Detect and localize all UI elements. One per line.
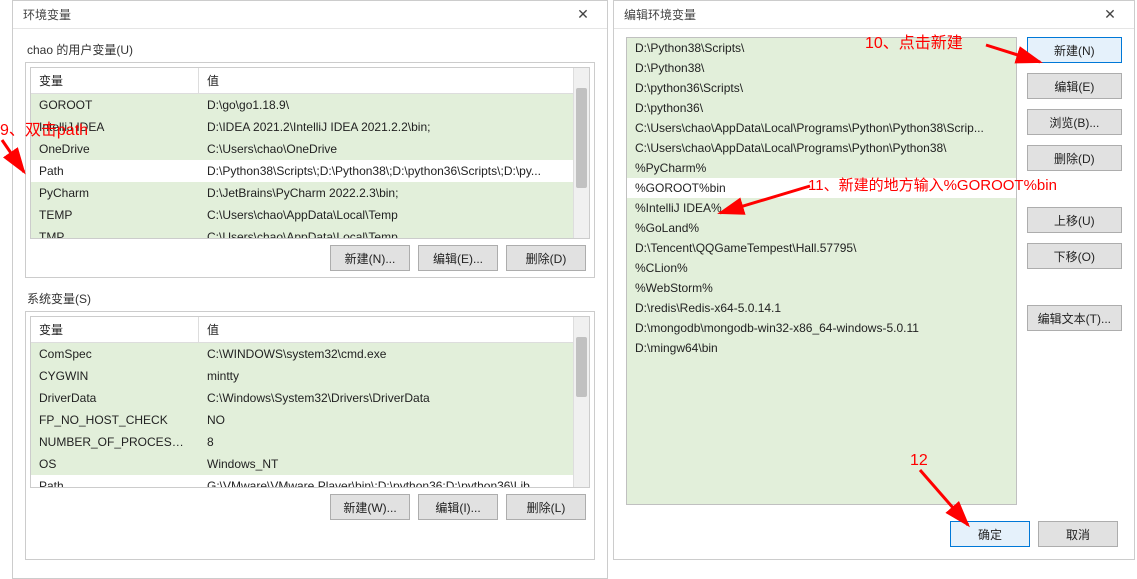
list-item[interactable]: D:\Python38\Scripts\ (627, 38, 1016, 58)
list-item[interactable]: D:\Tencent\QQGameTempest\Hall.57795\ (627, 238, 1016, 258)
delete-button[interactable]: 删除(D) (1027, 145, 1122, 171)
table-row[interactable]: OneDriveC:\Users\chao\OneDrive (31, 138, 589, 160)
cell-var: CYGWIN (31, 365, 199, 387)
dialog-title: 编辑环境变量 (624, 6, 1090, 23)
table-row[interactable]: OSWindows_NT (31, 453, 589, 475)
cell-var: Path (31, 475, 199, 488)
list-item[interactable]: D:\mongodb\mongodb-win32-x86_64-windows-… (627, 318, 1016, 338)
cell-val: G:\VMware\VMware Player\bin\;D:\python36… (199, 475, 589, 488)
table-row[interactable]: DriverDataC:\Windows\System32\Drivers\Dr… (31, 387, 589, 409)
cell-var: DriverData (31, 387, 199, 409)
close-icon[interactable]: ✕ (563, 6, 603, 23)
cancel-button[interactable]: 取消 (1038, 521, 1118, 547)
table-row[interactable]: PathG:\VMware\VMware Player\bin\;D:\pyth… (31, 475, 589, 488)
table-row[interactable]: TMPC:\Users\chao\AppData\Local\Temp (31, 226, 589, 239)
env-vars-dialog: 环境变量 ✕ chao 的用户变量(U) 变量 值 GOROOTD:\go\go… (12, 0, 608, 579)
list-item[interactable]: %GOROOT%bin (627, 178, 1016, 198)
list-item[interactable]: %WebStorm% (627, 278, 1016, 298)
cell-var: IntelliJ IDEA (31, 116, 199, 138)
cell-var: PyCharm (31, 182, 199, 204)
sys-vars-list[interactable]: 变量 值 ComSpecC:\WINDOWS\system32\cmd.exeC… (30, 316, 590, 488)
cell-val: C:\WINDOWS\system32\cmd.exe (199, 343, 589, 365)
cell-val: D:\IDEA 2021.2\IntelliJ IDEA 2021.2.2\bi… (199, 116, 589, 138)
browse-button[interactable]: 浏览(B)... (1027, 109, 1122, 135)
cell-val: C:\Users\chao\AppData\Local\Temp (199, 226, 589, 239)
edit-button[interactable]: 编辑(E) (1027, 73, 1122, 99)
cell-var: TEMP (31, 204, 199, 226)
edit-env-var-dialog: 编辑环境变量 ✕ D:\Python38\Scripts\D:\Python38… (613, 0, 1135, 560)
delete-button[interactable]: 删除(D) (506, 245, 586, 271)
cell-val: mintty (199, 365, 589, 387)
delete-button[interactable]: 删除(L) (506, 494, 586, 520)
cell-var: Path (31, 160, 199, 182)
cell-var: NUMBER_OF_PROCESSORS (31, 431, 199, 453)
edit-button[interactable]: 编辑(I)... (418, 494, 498, 520)
cell-val: D:\Python38\Scripts\;D:\Python38\;D:\pyt… (199, 160, 589, 182)
path-list[interactable]: D:\Python38\Scripts\D:\Python38\D:\pytho… (626, 37, 1017, 505)
cell-var: OneDrive (31, 138, 199, 160)
close-icon[interactable]: ✕ (1090, 6, 1130, 23)
new-button[interactable]: 新建(N) (1027, 37, 1122, 63)
list-item[interactable]: D:\python36\Scripts\ (627, 78, 1016, 98)
table-row[interactable]: FP_NO_HOST_CHECKNO (31, 409, 589, 431)
list-item[interactable]: C:\Users\chao\AppData\Local\Programs\Pyt… (627, 138, 1016, 158)
cell-val: D:\go\go1.18.9\ (199, 94, 589, 116)
user-vars-label: chao 的用户变量(U) (27, 41, 595, 58)
titlebar: 环境变量 ✕ (13, 1, 607, 29)
col-val[interactable]: 值 (199, 317, 589, 342)
list-item[interactable]: D:\Python38\ (627, 58, 1016, 78)
list-item[interactable]: C:\Users\chao\AppData\Local\Programs\Pyt… (627, 118, 1016, 138)
edit-button[interactable]: 编辑(E)... (418, 245, 498, 271)
table-row[interactable]: PathD:\Python38\Scripts\;D:\Python38\;D:… (31, 160, 589, 182)
list-header[interactable]: 变量 值 (31, 68, 589, 94)
scrollbar[interactable] (573, 68, 589, 238)
table-row[interactable]: CYGWINmintty (31, 365, 589, 387)
movedown-button[interactable]: 下移(O) (1027, 243, 1122, 269)
cell-val: Windows_NT (199, 453, 589, 475)
scrollbar[interactable] (573, 317, 589, 487)
dialog-title: 环境变量 (23, 6, 563, 23)
list-item[interactable]: D:\python36\ (627, 98, 1016, 118)
table-row[interactable]: IntelliJ IDEAD:\IDEA 2021.2\IntelliJ IDE… (31, 116, 589, 138)
col-val[interactable]: 值 (199, 68, 589, 93)
table-row[interactable]: GOROOTD:\go\go1.18.9\ (31, 94, 589, 116)
cell-var: GOROOT (31, 94, 199, 116)
table-row[interactable]: ComSpecC:\WINDOWS\system32\cmd.exe (31, 343, 589, 365)
list-header[interactable]: 变量 值 (31, 317, 589, 343)
list-item[interactable]: D:\redis\Redis-x64-5.0.14.1 (627, 298, 1016, 318)
cell-val: NO (199, 409, 589, 431)
cell-var: ComSpec (31, 343, 199, 365)
sys-vars-label: 系统变量(S) (27, 290, 595, 307)
moveup-button[interactable]: 上移(U) (1027, 207, 1122, 233)
user-vars-list[interactable]: 变量 值 GOROOTD:\go\go1.18.9\IntelliJ IDEAD… (30, 67, 590, 239)
table-row[interactable]: PyCharmD:\JetBrains\PyCharm 2022.2.3\bin… (31, 182, 589, 204)
list-item[interactable]: %CLion% (627, 258, 1016, 278)
ok-button[interactable]: 确定 (950, 521, 1030, 547)
new-button[interactable]: 新建(N)... (330, 245, 410, 271)
cell-val: 8 (199, 431, 589, 453)
cell-val: C:\Windows\System32\Drivers\DriverData (199, 387, 589, 409)
table-row[interactable]: NUMBER_OF_PROCESSORS8 (31, 431, 589, 453)
cell-val: C:\Users\chao\AppData\Local\Temp (199, 204, 589, 226)
table-row[interactable]: TEMPC:\Users\chao\AppData\Local\Temp (31, 204, 589, 226)
cell-var: TMP (31, 226, 199, 239)
col-var[interactable]: 变量 (31, 317, 199, 342)
list-item[interactable]: %IntelliJ IDEA% (627, 198, 1016, 218)
list-item[interactable]: %PyCharm% (627, 158, 1016, 178)
col-var[interactable]: 变量 (31, 68, 199, 93)
cell-var: OS (31, 453, 199, 475)
list-item[interactable]: D:\mingw64\bin (627, 338, 1016, 358)
cell-val: D:\JetBrains\PyCharm 2022.2.3\bin; (199, 182, 589, 204)
edittext-button[interactable]: 编辑文本(T)... (1027, 305, 1122, 331)
cell-val: C:\Users\chao\OneDrive (199, 138, 589, 160)
list-item[interactable]: %GoLand% (627, 218, 1016, 238)
cell-var: FP_NO_HOST_CHECK (31, 409, 199, 431)
new-button[interactable]: 新建(W)... (330, 494, 410, 520)
titlebar: 编辑环境变量 ✕ (614, 1, 1134, 29)
